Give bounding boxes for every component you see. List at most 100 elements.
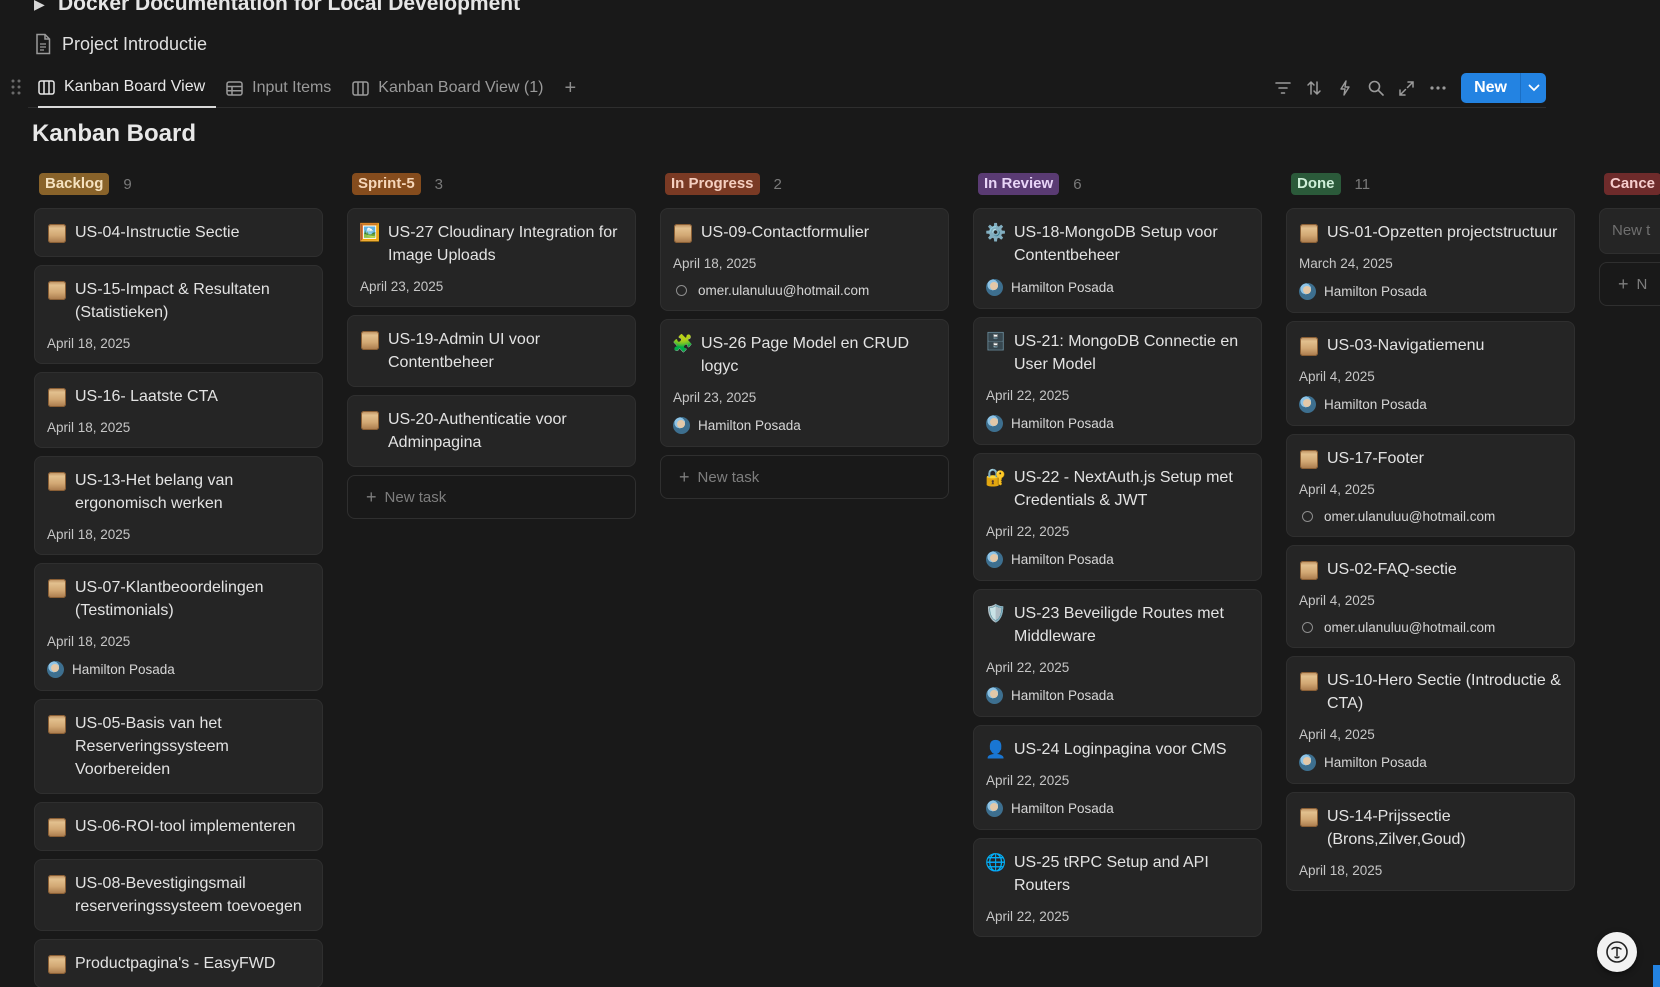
card-assignee: Hamilton Posada (1299, 396, 1561, 413)
assignee-name: omer.ulanuluu@hotmail.com (698, 283, 870, 298)
task-card[interactable]: US-02-FAQ-sectie April 4, 2025 omer.ulanul… (1286, 545, 1575, 648)
empty-avatar-icon (676, 285, 687, 296)
page-link-row[interactable]: Project Introductie (34, 33, 207, 55)
task-card[interactable]: US-17-Footer April 4, 2025 omer.ulanuluu@h… (1286, 434, 1575, 537)
new-task-button[interactable]: + N (1599, 262, 1660, 306)
card-title: US-25 tRPC Setup and API Routers (1014, 854, 1209, 894)
tab-kanban-board-view[interactable]: Kanban Board View (38, 70, 217, 108)
new-button[interactable]: New (1461, 73, 1520, 103)
task-card[interactable]: US-09-Contactformulier April 18, 2025 omer… (660, 208, 949, 311)
column-header[interactable]: Done 11 (1291, 172, 1575, 196)
automation-button[interactable] (1329, 73, 1360, 103)
column-header[interactable]: Backlog 9 (39, 172, 323, 196)
search-icon (1368, 80, 1384, 96)
scroll-icon (1299, 336, 1319, 356)
task-card[interactable]: US-08-Bevestigingsmail reserveringssyste… (34, 859, 323, 931)
task-card[interactable]: 🖼️ US-27 Cloudinary Integration for Image… (347, 208, 636, 307)
new-task-label: New task (697, 468, 760, 486)
scroll-shape (1300, 223, 1318, 243)
task-card[interactable]: US-07-Klantbeoordelingen (Testimonials) A… (34, 563, 323, 691)
new-task-input[interactable]: New t (1599, 208, 1660, 254)
parent-page-title[interactable]: Docker Documentation for Local Developme… (58, 0, 520, 16)
more-icon (1429, 86, 1446, 90)
task-card[interactable]: US-19-Admin UI voor Contentbeheer (347, 315, 636, 387)
new-dropdown-button[interactable] (1520, 73, 1546, 103)
column-header[interactable]: Sprint-5 3 (352, 172, 636, 196)
help-button[interactable] (1597, 932, 1637, 972)
task-card[interactable]: US-04-Instructie Sectie (34, 208, 323, 257)
task-card[interactable]: ⚙️ US-18-MongoDB Setup voor Contentbeheer… (973, 208, 1262, 309)
assignee-name: Hamilton Posada (1324, 397, 1427, 412)
scroll-shape (48, 223, 66, 243)
card-title: Productpagina's - EasyFWD (75, 955, 276, 972)
task-card[interactable]: 👤 US-24 Loginpagina voor CMS April 22, 202… (973, 725, 1262, 830)
column-header[interactable]: In Review 6 (978, 172, 1262, 196)
task-card[interactable]: US-03-Navigatiemenu April 4, 2025 Hamilton… (1286, 321, 1575, 426)
column-header[interactable]: Cance (1604, 172, 1660, 196)
task-card[interactable]: 🗄️ US-21: MongoDB Connectie en User Model… (973, 317, 1262, 445)
scroll-shape (1300, 807, 1318, 827)
table-icon (226, 80, 243, 96)
card-title-row: US-09-Contactformulier (673, 221, 935, 244)
filter-button[interactable] (1267, 73, 1298, 103)
scroll-icon (47, 471, 67, 491)
card-date: April 18, 2025 (47, 336, 131, 351)
card-date: April 4, 2025 (1299, 593, 1375, 608)
task-card[interactable]: US-05-Basis van het Reserveringssysteem … (34, 699, 323, 794)
task-card[interactable]: 🧩 US-26 Page Model en CRUD logyc April 23,… (660, 319, 949, 447)
page-title[interactable]: Project Introductie (62, 34, 207, 55)
card-date: April 22, 2025 (986, 909, 1070, 924)
task-card[interactable]: US-20-Authenticatie voor Adminpagina (347, 395, 636, 467)
assignee-name: Hamilton Posada (1324, 755, 1427, 770)
task-card[interactable]: 🛡️ US-23 Beveiligde Routes met Middleware… (973, 589, 1262, 717)
search-button[interactable] (1360, 73, 1391, 103)
scroll-icon (47, 387, 67, 407)
parent-page-row[interactable]: ▶ Docker Documentation for Local Develop… (34, 0, 520, 16)
card-date: March 24, 2025 (1299, 256, 1393, 271)
task-card[interactable]: 🌐 US-25 tRPC Setup and API Routers April 2… (973, 838, 1262, 937)
task-card[interactable]: US-13-Het belang van ergonomisch werken A… (34, 456, 323, 555)
task-card[interactable]: US-16- Laatste CTA April 18, 2025 (34, 372, 323, 448)
expand-button[interactable] (1391, 73, 1422, 103)
card-title: US-09-Contactformulier (701, 224, 870, 241)
lock-icon: 🔐 (985, 468, 1007, 487)
sort-button[interactable] (1298, 73, 1329, 103)
task-card[interactable]: US-14-Prijssectie (Brons,Zilver,Goud) Apr… (1286, 792, 1575, 891)
task-card[interactable]: 🔐 US-22 - NextAuth.js Setup met Credentia… (973, 453, 1262, 581)
task-card[interactable]: US-06-ROI-tool implementeren (34, 802, 323, 851)
card-title-row: US-05-Basis van het Reserveringssysteem … (47, 712, 309, 781)
card-title-row: US-14-Prijssectie (Brons,Zilver,Goud) (1299, 805, 1561, 851)
task-card[interactable]: US-10-Hero Sectie (Introductie & CTA) Apr… (1286, 656, 1575, 784)
new-task-button[interactable]: + New task (660, 455, 949, 499)
task-card[interactable]: Productpagina's - EasyFWD (34, 939, 323, 987)
new-task-button[interactable]: + New task (347, 475, 636, 519)
plus-icon: + (679, 466, 690, 487)
scroll-shape (48, 714, 66, 734)
column-count: 3 (434, 175, 444, 193)
column-header[interactable]: In Progress 2 (665, 172, 949, 196)
notion-ai-icon (1606, 941, 1628, 963)
tab-input-items[interactable]: Input Items (226, 70, 342, 106)
view-tabbar: Kanban Board View Input Items Kanban Boa… (11, 70, 1546, 108)
card-assignee: Hamilton Posada (986, 415, 1248, 432)
card-title: US-02-FAQ-sectie (1327, 561, 1457, 578)
column-status-badge: In Progress (665, 173, 760, 195)
task-card[interactable]: US-01-Opzetten projectstructuur March 24,… (1286, 208, 1575, 313)
assignee-name: Hamilton Posada (72, 662, 175, 677)
scroll-shape (48, 954, 66, 974)
tab-kanban-board-view-1[interactable]: Kanban Board View (1) (352, 70, 554, 106)
drag-handle-icon[interactable] (10, 78, 22, 96)
kanban-columns: Backlog 9 US-04-Instructie Sectie US-15-Imp… (34, 172, 1660, 987)
card-date: April 4, 2025 (1299, 727, 1375, 742)
task-card[interactable]: US-15-Impact & Resultaten (Statistieken)… (34, 265, 323, 364)
card-title-row: US-16- Laatste CTA (47, 385, 309, 408)
tab-label: Input Items (252, 79, 332, 96)
more-button[interactable] (1422, 73, 1453, 103)
column-count: 2 (773, 175, 782, 193)
toggle-triangle-icon[interactable]: ▶ (34, 0, 48, 13)
add-view-button[interactable]: + (564, 70, 576, 106)
card-title-row: US-04-Instructie Sectie (47, 221, 309, 244)
scroll-shape (1300, 336, 1318, 356)
avatar (1299, 283, 1316, 300)
notion-page: ▶ Docker Documentation for Local Develop… (0, 0, 1660, 987)
